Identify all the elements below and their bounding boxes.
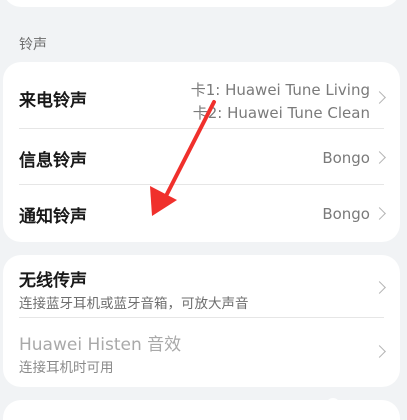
watermark-text: Bai 百经验 [290,400,354,415]
chevron-right-icon [373,345,386,358]
notification-ringtone-value: Bongo [322,205,370,223]
paw-logo-icon [326,398,340,412]
chevron-right-icon [373,91,386,104]
baidu-jingyan-watermark: Bai 百经验 [290,396,400,416]
sound-settings-screen: 铃声 来电铃声 卡1: Huawei Tune Living 卡2: Huawe… [0,0,407,420]
histen-sound-effect-title: Huawei Histen 音效 [19,335,182,355]
histen-sound-effect-subtitle: 连接耳机时可用 [19,360,114,376]
ringtones-card: 来电铃声 卡1: Huawei Tune Living 卡2: Huawei T… [3,62,400,242]
previous-settings-card [3,0,400,7]
wireless-sound-row[interactable]: 无线传声 连接蓝牙耳机或蓝牙音箱，可放大声音 [3,255,400,317]
histen-sound-effect-row[interactable]: Huawei Histen 音效 连接耳机时可用 [3,318,400,387]
incoming-ringtone-sim1-value: 卡1: Huawei Tune Living [190,81,370,99]
message-ringtone-title: 信息铃声 [19,151,87,171]
wireless-sound-subtitle: 连接蓝牙耳机或蓝牙音箱，可放大声音 [19,296,249,312]
incoming-call-ringtone-row[interactable]: 来电铃声 卡1: Huawei Tune Living 卡2: Huawei T… [3,62,400,128]
notification-ringtone-row[interactable]: 通知铃声 Bongo [3,185,400,242]
chevron-right-icon [373,207,386,220]
incoming-call-ringtone-title: 来电铃声 [19,91,87,111]
notification-ringtone-title: 通知铃声 [19,207,87,227]
message-ringtone-value: Bongo [322,149,370,167]
chevron-right-icon [373,151,386,164]
message-ringtone-row[interactable]: 信息铃声 Bongo [3,129,400,184]
chevron-right-icon [373,281,386,294]
section-header-ringtones: 铃声 [19,37,47,53]
wireless-sound-title: 无线传声 [19,271,87,291]
audio-enhancement-card: 无线传声 连接蓝牙耳机或蓝牙音箱，可放大声音 Huawei Histen 音效 … [3,255,400,387]
incoming-ringtone-sim2-value: 卡2: Huawei Tune Clean [192,104,370,122]
